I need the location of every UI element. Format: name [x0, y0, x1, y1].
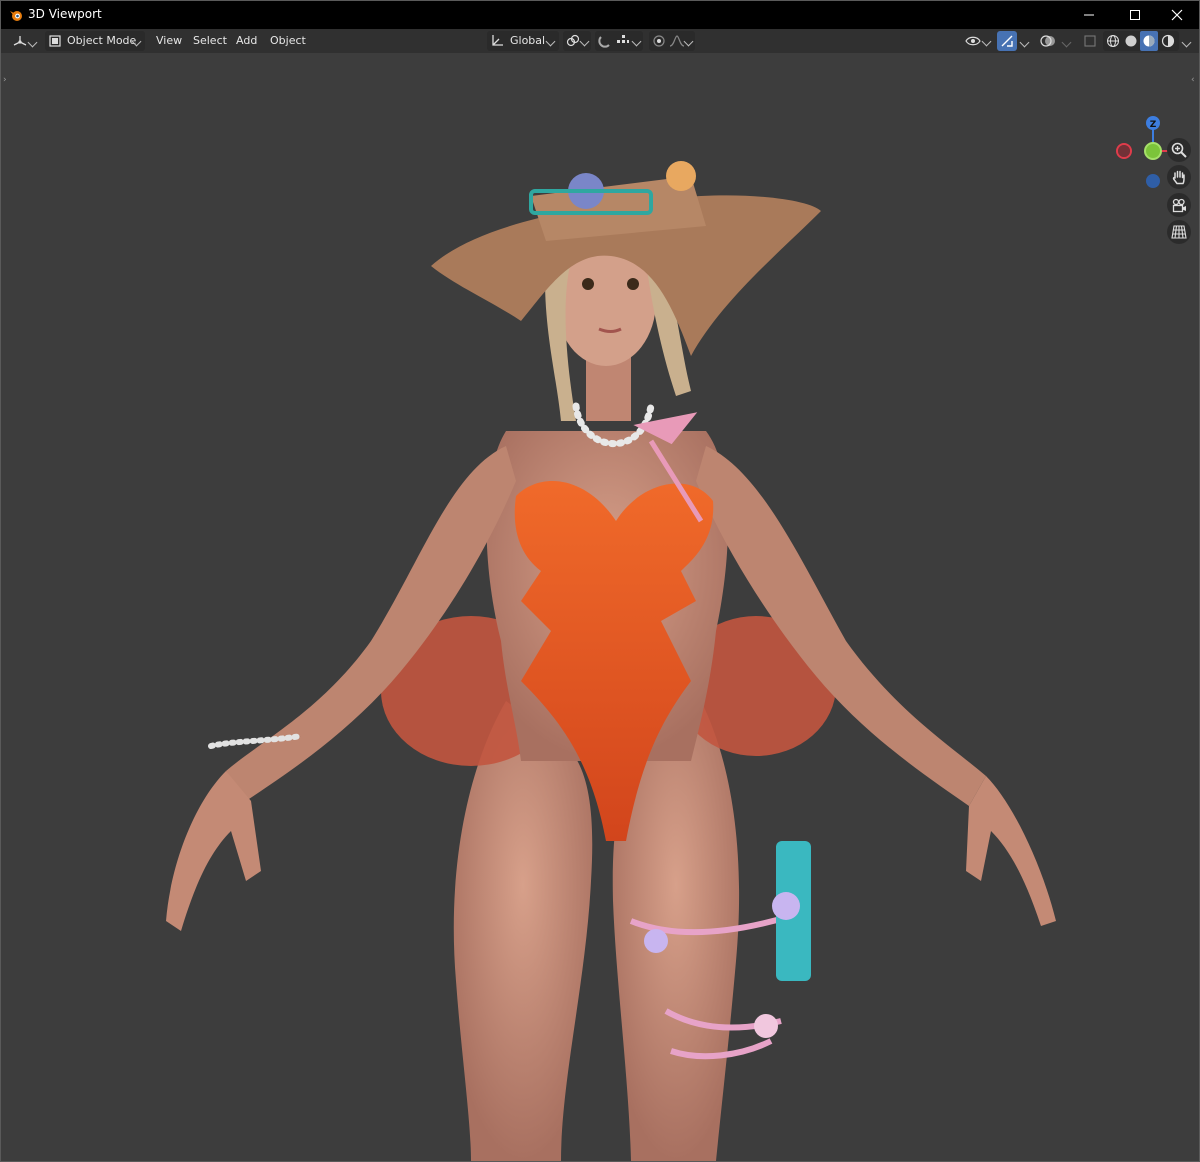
chevron-down-icon[interactable] [1019, 37, 1030, 48]
character-model-render [166, 161, 1056, 1161]
axis-z-label: Z [1150, 120, 1157, 130]
mode-label: Object Mode [67, 34, 137, 47]
camera-icon [1172, 198, 1186, 213]
zoom-button[interactable] [1167, 138, 1191, 162]
shading-mode-group [1103, 31, 1179, 51]
ribbon-flower [754, 1014, 778, 1038]
orientation-axes-icon [492, 35, 503, 46]
hat-flower-2 [666, 161, 696, 191]
blender-window: 3D Viewport Object Mode View Select Add … [0, 0, 1200, 1162]
proportional-edit-icon [653, 35, 665, 47]
close-icon [1171, 9, 1183, 21]
left-eye [582, 278, 594, 290]
chevron-down-icon [683, 36, 694, 47]
transform-orientation-dropdown[interactable]: Global [487, 31, 559, 51]
object-mode-icon [49, 35, 61, 47]
right-eye [627, 278, 639, 290]
viewport-header: Object Mode View Select Add Object Globa… [1, 29, 1199, 53]
rendered-shading-icon[interactable] [1161, 34, 1175, 48]
garter-flower-2 [772, 892, 800, 920]
material-shading-icon [1143, 35, 1155, 47]
chevron-down-icon [545, 36, 556, 47]
right-hand [966, 776, 1056, 926]
zoom-icon [1171, 142, 1187, 158]
ortho-toggle-button[interactable] [1167, 220, 1191, 244]
snapping-controls[interactable] [595, 31, 643, 51]
viewport-editor-icon [13, 36, 27, 46]
mode-dropdown[interactable]: Object Mode [45, 31, 145, 51]
menu-object[interactable]: Object [265, 32, 311, 50]
window-title: 3D Viewport [28, 7, 102, 21]
pan-hand-icon [1172, 170, 1185, 185]
proportional-editing-controls[interactable] [649, 31, 695, 51]
visibility-icon [965, 36, 981, 46]
visibility-dropdown[interactable] [963, 31, 995, 51]
orientation-label: Global [510, 34, 546, 47]
maximize-icon [1130, 10, 1140, 20]
chevron-down-icon [27, 37, 38, 48]
menu-select[interactable]: Select [188, 32, 232, 50]
editor-type-button[interactable] [9, 31, 39, 51]
pan-button[interactable] [1167, 165, 1191, 189]
title-bar: 3D Viewport [1, 1, 1199, 29]
blender-logo-icon [10, 11, 22, 21]
gizmo-toggle-button[interactable] [997, 31, 1017, 51]
close-button[interactable] [1155, 1, 1199, 29]
minimize-icon [1084, 14, 1094, 16]
menu-view[interactable]: View [151, 32, 187, 50]
gizmo-icon [1001, 35, 1013, 47]
solid-shading-icon[interactable] [1124, 34, 1138, 48]
orthographic-grid-icon [1171, 225, 1187, 239]
minimize-button[interactable] [1067, 1, 1111, 29]
menu-add[interactable]: Add [231, 32, 262, 50]
chevron-down-icon [631, 36, 642, 47]
snap-magnet-icon [598, 36, 610, 48]
xray-icon [1084, 35, 1096, 47]
xray-toggle-button[interactable] [1081, 31, 1099, 51]
overlay-icon [1040, 35, 1055, 47]
axis-neg-z-icon [1146, 174, 1160, 188]
material-shading-active[interactable] [1140, 31, 1158, 51]
garter-flower [644, 929, 668, 953]
chevron-down-icon [579, 36, 590, 47]
wireframe-shading-icon[interactable] [1106, 34, 1120, 48]
chevron-down-icon [981, 36, 992, 47]
maximize-button[interactable] [1113, 1, 1157, 29]
left-leg [453, 701, 593, 1161]
snap-increment-icon [617, 35, 629, 43]
pivot-point-dropdown[interactable] [563, 31, 591, 51]
3d-viewport[interactable]: › ‹ Z [1, 53, 1199, 1161]
camera-view-button[interactable] [1167, 193, 1191, 217]
chevron-down-icon[interactable] [1061, 37, 1072, 48]
pivot-link-icon [566, 34, 580, 47]
chevron-down-icon[interactable] [1181, 37, 1192, 48]
overlay-toggle-button[interactable] [1037, 31, 1059, 51]
